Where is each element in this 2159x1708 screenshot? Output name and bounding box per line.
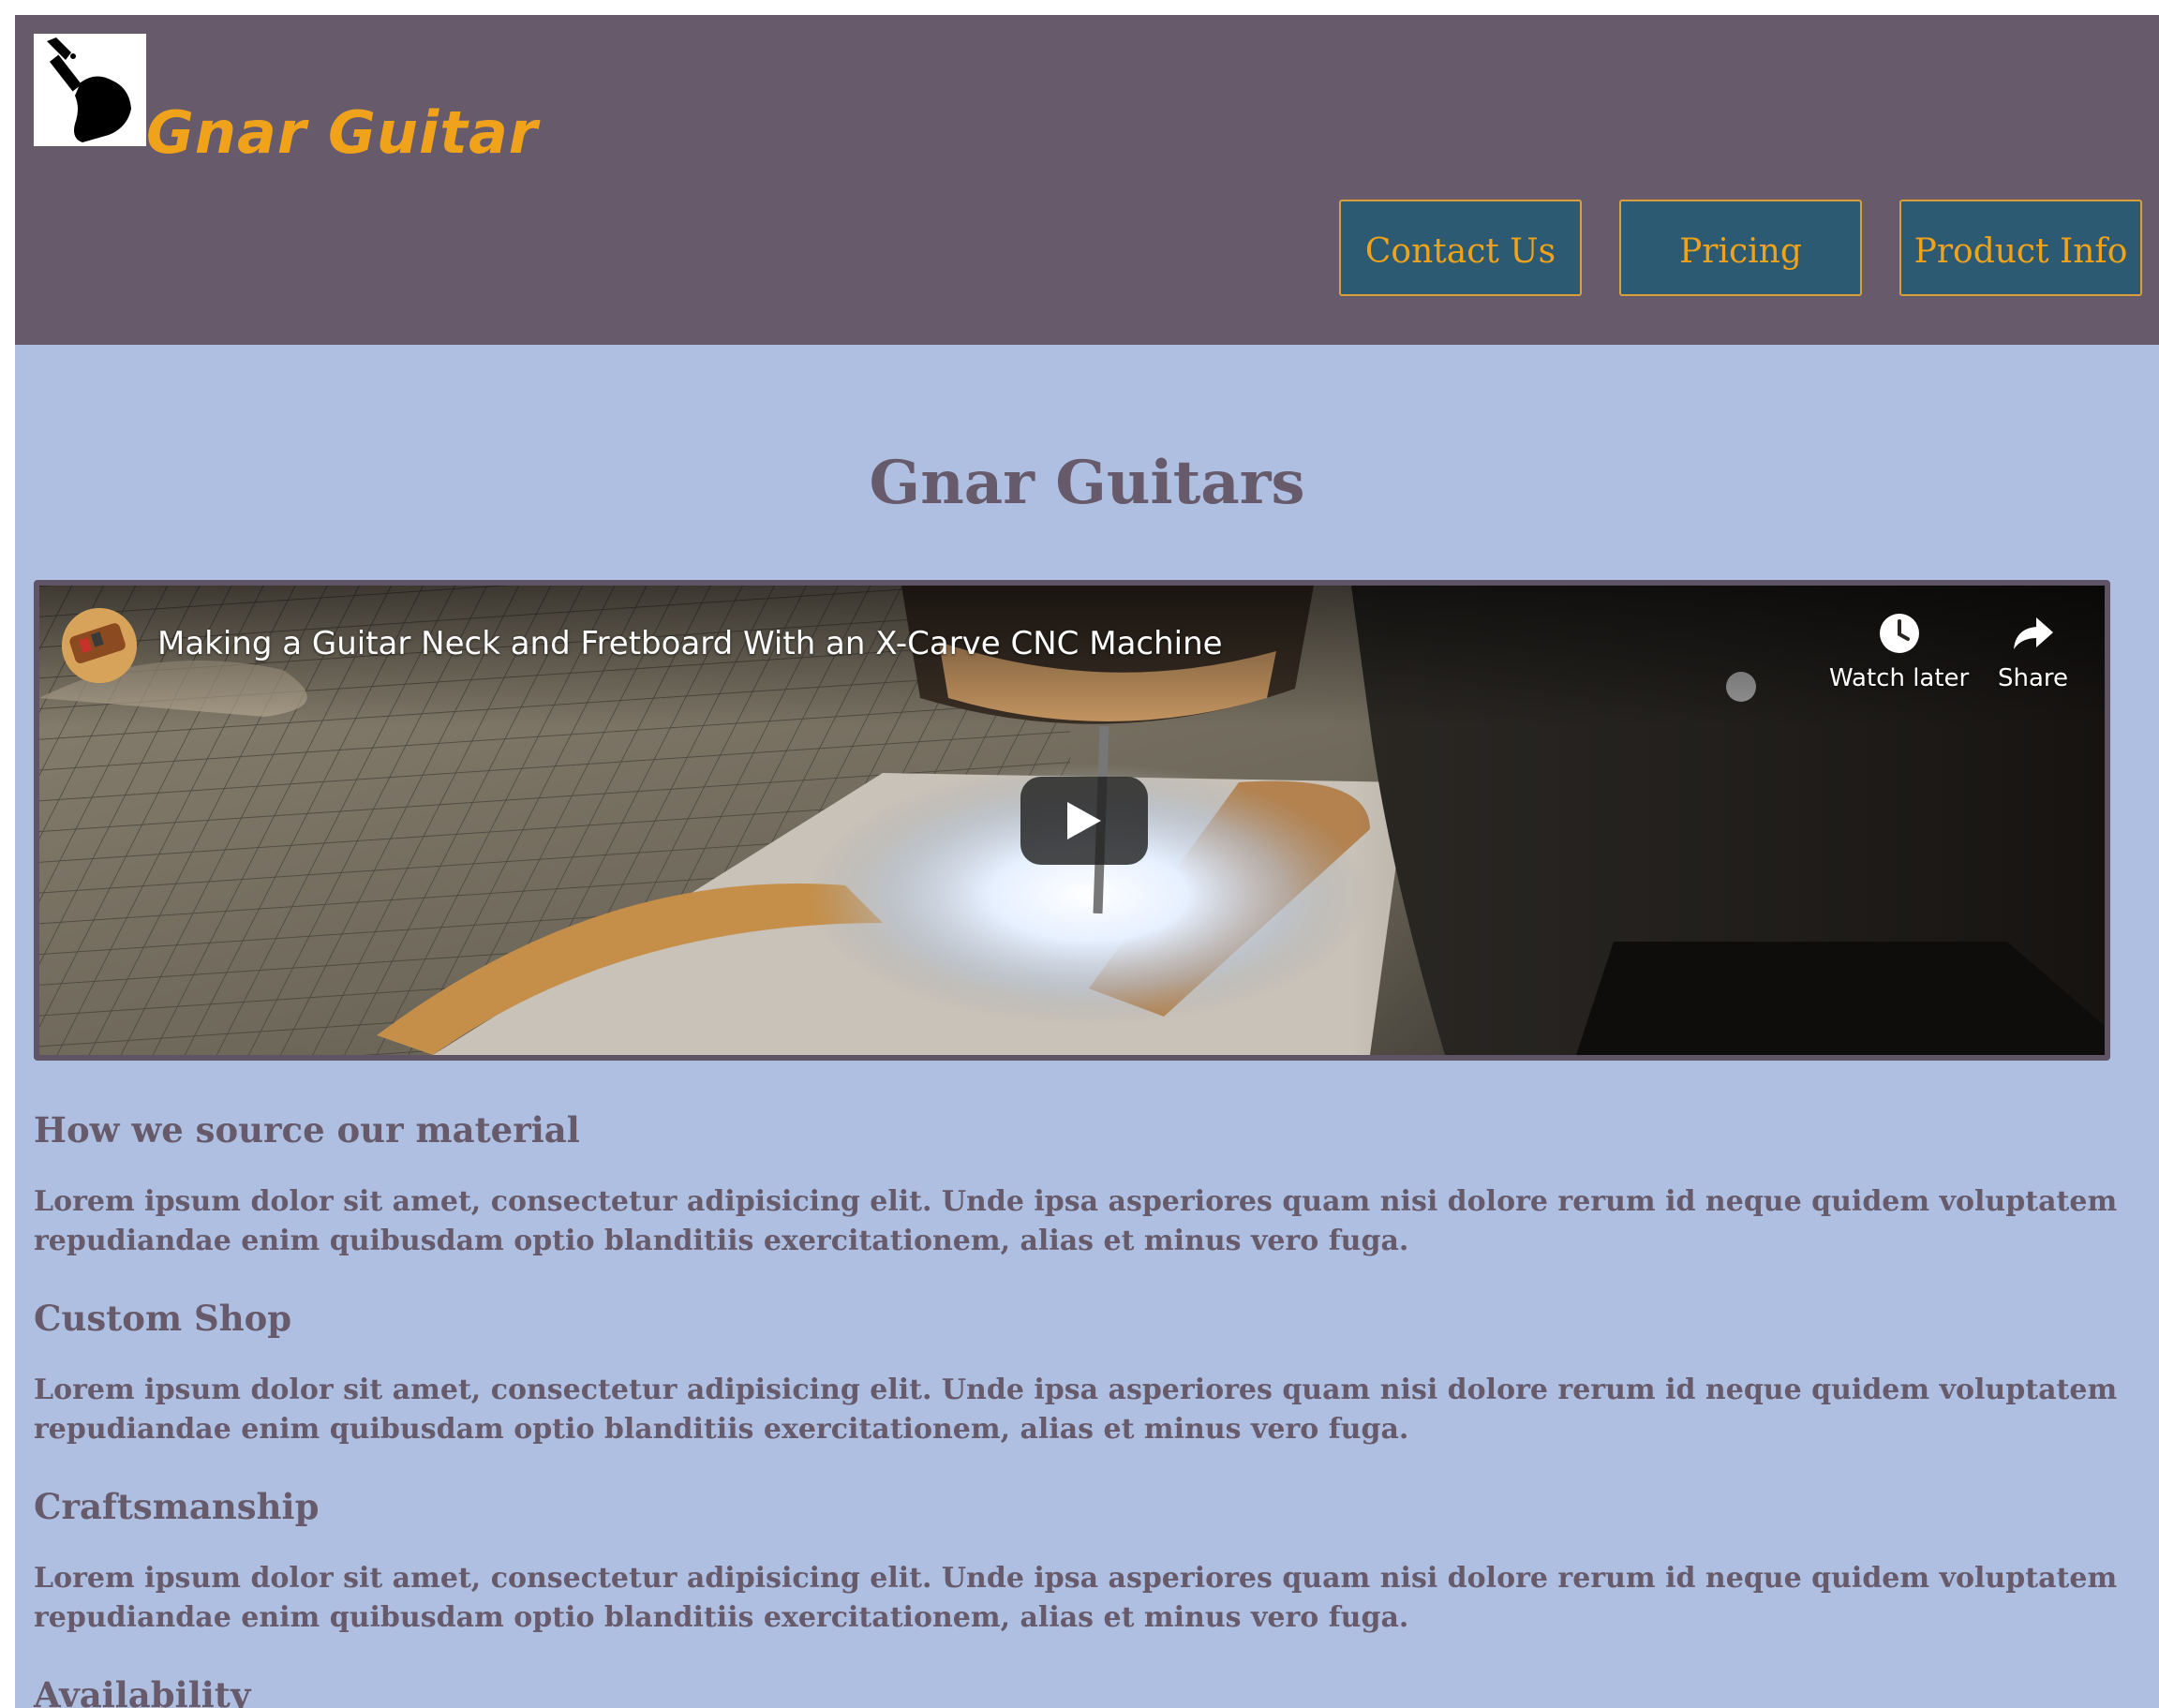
site-header: Gnar Guitar Contact Us Pricing Product I… [15,15,2159,345]
video-title[interactable]: Making a Guitar Neck and Fretboard With … [157,625,1223,662]
video-embed[interactable]: Making a Guitar Neck and Fretboard With … [34,580,2110,1061]
watch-later-label: Watch later [1829,664,1970,692]
section-availability: Availability [34,1671,2123,1708]
share-label: Share [1998,664,2069,692]
watch-later-button[interactable]: Watch later [1829,612,1969,692]
share-button[interactable]: Share [1998,612,2068,692]
brand-name[interactable]: Gnar Guitar [146,88,538,178]
section-text: Lorem ipsum dolor sit amet, consectetur … [34,1185,2118,1257]
share-arrow-icon [2013,617,2053,649]
section-heading: Availability [34,1674,251,1708]
section-custom-shop: Custom Shop Lorem ipsum dolor sit amet, … [34,1294,2123,1449]
content-sections: How we source our material Lorem ipsum d… [34,1106,2123,1708]
play-icon [1067,802,1101,839]
section-sourcing: How we source our material Lorem ipsum d… [34,1106,2123,1261]
guitar-hand-logo-icon[interactable] [34,34,146,146]
section-craftsmanship: Craftsmanship Lorem ipsum dolor sit amet… [34,1482,2123,1638]
section-heading: Custom Shop [34,1298,292,1339]
nav-product-info-button[interactable]: Product Info [1899,200,2142,296]
section-heading: Craftsmanship [34,1486,320,1527]
nav-pricing-button[interactable]: Pricing [1619,200,1862,296]
section-text: Lorem ipsum dolor sit amet, consectetur … [34,1374,2118,1446]
play-button[interactable] [1020,777,1148,865]
channel-avatar[interactable] [62,608,137,683]
page-title: Gnar Guitars [869,448,1305,518]
main-nav: Contact Us Pricing Product Info [1339,200,2142,296]
clock-icon [1879,614,1919,653]
nav-contact-us-button[interactable]: Contact Us [1339,200,1582,296]
section-heading: How we source our material [34,1109,580,1151]
section-text: Lorem ipsum dolor sit amet, consectetur … [34,1562,2118,1634]
page: Gnar Guitar Contact Us Pricing Product I… [15,15,2159,1708]
